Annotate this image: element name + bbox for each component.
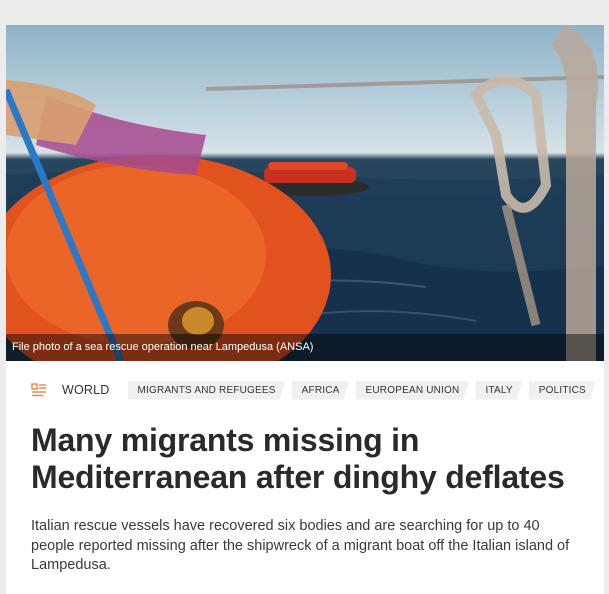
tag-list: MIGRANTS AND REFUGEES AFRICA EUROPEAN UN…: [128, 381, 602, 400]
article-title: Many migrants missing in Mediterranean a…: [31, 422, 565, 495]
tag-italy[interactable]: ITALY: [475, 381, 522, 400]
photo-caption: File photo of a sea rescue operation nea…: [6, 334, 604, 361]
list-icon: [31, 383, 46, 397]
tag-politics[interactable]: POLITICS: [529, 381, 596, 400]
article-meta: WORLD MIGRANTS AND REFUGEES AFRICA EUROP…: [31, 380, 602, 400]
photo-scene: [6, 25, 604, 361]
category-link[interactable]: WORLD: [62, 383, 110, 397]
article-photo[interactable]: File photo of a sea rescue operation nea…: [6, 25, 604, 361]
tag-european-union[interactable]: EUROPEAN UNION: [356, 381, 470, 400]
tag-migrants[interactable]: MIGRANTS AND REFUGEES: [128, 381, 286, 400]
tag-africa[interactable]: AFRICA: [292, 381, 350, 400]
article-summary: Italian rescue vessels have recovered si…: [31, 518, 570, 573]
article-card: File photo of a sea rescue operation nea…: [6, 25, 604, 594]
